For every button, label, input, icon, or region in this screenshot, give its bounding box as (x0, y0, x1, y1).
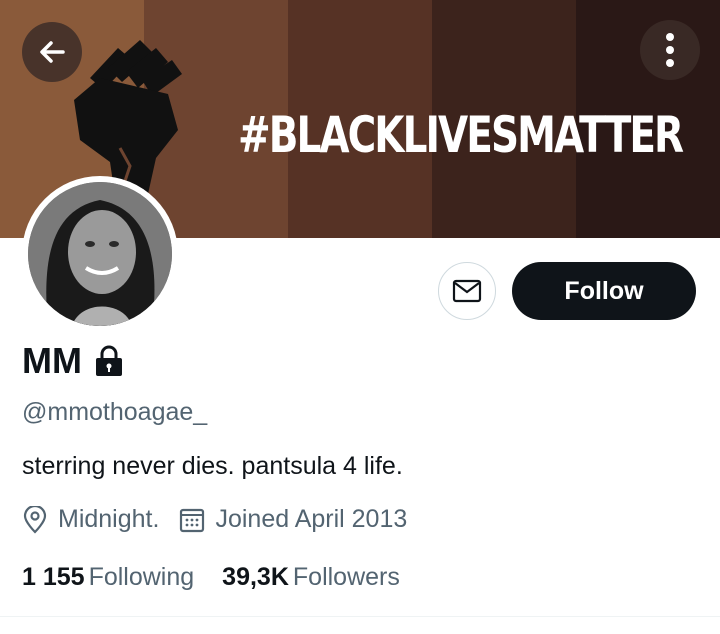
following-label: Following (88, 563, 195, 591)
user-handle: @mmothoagae_ (22, 398, 208, 426)
name-row: MM (22, 340, 124, 382)
location-text: Midnight. (58, 505, 160, 533)
display-name: MM (22, 340, 82, 381)
bio: sterring never dies. pantsula 4 life. (22, 452, 403, 480)
more-options-button[interactable] (640, 20, 700, 80)
lock-icon (95, 345, 122, 376)
followers-label: Followers (292, 563, 400, 591)
arrow-left-icon (40, 41, 65, 63)
following-link[interactable]: 1 155 Following (22, 563, 194, 592)
message-button[interactable] (438, 262, 496, 320)
calendar-icon (180, 508, 205, 532)
banner-hashtag: #BLACKLIVESMATTER (238, 106, 684, 164)
avatar-image (28, 182, 172, 326)
profile-meta: Midnight. Joined April 2013 (22, 505, 427, 534)
profile-stats: 1 155 Following 39,3K Followers (22, 563, 428, 592)
avatar[interactable] (22, 176, 178, 332)
envelope-icon (452, 279, 482, 303)
followers-count: 39,3K (222, 563, 289, 591)
back-button[interactable] (22, 22, 82, 82)
joined-item: Joined April 2013 (179, 505, 407, 534)
followers-link[interactable]: 39,3K Followers (222, 563, 400, 592)
joined-text: Joined April 2013 (215, 505, 408, 533)
following-count: 1 155 (22, 563, 85, 591)
location-item: Midnight. (22, 505, 159, 534)
follow-button[interactable]: Follow (512, 262, 696, 320)
divider (0, 616, 720, 617)
location-pin-icon (23, 505, 47, 534)
more-vertical-icon (666, 33, 674, 67)
